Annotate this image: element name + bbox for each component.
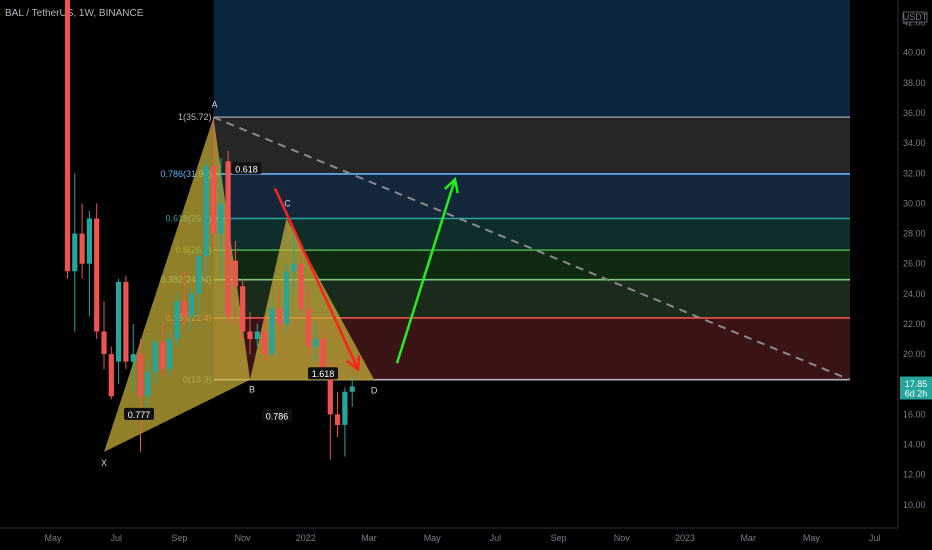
ratio-label: 0.777 <box>128 410 151 420</box>
candle-body <box>79 233 85 264</box>
fib-label-1: 1(35.72) <box>178 112 212 122</box>
candle-body <box>210 165 217 234</box>
time-tick-label: Nov <box>235 533 252 543</box>
fib-zone-above <box>213 0 850 118</box>
candle-body <box>349 386 355 392</box>
candle-body <box>130 354 136 362</box>
candle-body <box>342 391 348 425</box>
price-tick-label: 34.00 <box>903 138 926 148</box>
price-tick-label: 26.00 <box>903 259 926 269</box>
candle-body <box>108 354 114 397</box>
candle-body <box>137 354 144 397</box>
candle-body <box>335 414 341 425</box>
time-tick-label: Jul <box>110 533 122 543</box>
candle-body <box>167 339 173 370</box>
pattern-point-A: A <box>211 100 217 110</box>
fib-zone-1 <box>213 117 850 174</box>
time-tick-label: Jul <box>490 533 502 543</box>
price-tick-label: 30.00 <box>903 198 926 208</box>
price-tick-label: 40.00 <box>903 48 926 58</box>
candle-body <box>203 165 209 257</box>
ratio-label: 0.618 <box>235 164 258 174</box>
price-chart[interactable]: 1(35.72)0.786(31.96)0.618(29.0)0.5(26.9)… <box>0 0 932 550</box>
time-tick-label: Sep <box>551 533 567 543</box>
price-tick-label: 24.00 <box>903 289 926 299</box>
candle-body <box>283 271 290 324</box>
candle-body <box>225 161 231 317</box>
candle-body <box>247 331 253 340</box>
time-tick-label: May <box>44 533 62 543</box>
candle-body <box>86 218 92 264</box>
candle-body <box>291 263 297 272</box>
candle-body <box>94 218 100 332</box>
price-badge-value: 17.85 <box>905 379 928 389</box>
time-tick-label: Mar <box>361 533 377 543</box>
price-badge-countdown: 6d 2h <box>905 389 928 399</box>
time-tick-label: May <box>803 533 821 543</box>
candle-body <box>269 308 275 355</box>
candle-body <box>298 263 304 309</box>
time-axis-bg <box>0 528 898 550</box>
pattern-point-C: C <box>284 198 291 208</box>
candle-body <box>145 372 151 397</box>
price-tick-label: 36.00 <box>903 108 926 118</box>
price-tick-label: 32.00 <box>903 168 926 178</box>
candle-body <box>101 331 107 355</box>
candle-body <box>189 293 195 317</box>
candle-body <box>232 260 238 287</box>
price-tick-label: 28.00 <box>903 229 926 239</box>
candle-body <box>254 331 260 340</box>
candle-body <box>123 281 129 362</box>
candle-body <box>196 256 202 294</box>
candle-body <box>152 342 158 373</box>
pattern-point-X: X <box>101 458 107 468</box>
ratio-label: 0.786 <box>266 411 289 421</box>
candle-body <box>313 339 319 347</box>
time-tick-label: Jul <box>869 533 881 543</box>
candle-body <box>181 301 187 317</box>
price-tick-label: 38.00 <box>903 78 926 88</box>
time-tick-label: May <box>424 533 442 543</box>
time-axis[interactable]: May Jul Sep Nov 2022 Mar May Jul Sep Nov 2023 Mar Ma… <box>0 527 898 550</box>
price-tick-label: 16.00 <box>903 409 926 419</box>
candle-body <box>262 331 268 355</box>
time-tick-label: Mar <box>740 533 756 543</box>
time-tick-label: 2022 <box>296 533 316 543</box>
price-tick-label: 20.00 <box>903 349 926 359</box>
fib-zone-0.618 <box>213 218 850 251</box>
pattern-point-B: B <box>249 385 255 395</box>
candle-body <box>116 281 122 362</box>
candle-body <box>218 203 224 234</box>
price-tick-label: 12.00 <box>903 470 926 480</box>
price-tick-label: 10.00 <box>903 500 926 510</box>
currency-tag-label: USDT <box>903 12 928 22</box>
candle-body <box>72 233 78 272</box>
candle-body <box>174 301 180 340</box>
time-tick-label: Nov <box>614 533 631 543</box>
candle-body <box>159 342 165 370</box>
candle-body <box>305 308 311 347</box>
candle-body <box>240 286 246 332</box>
ratio-label: 1.618 <box>312 369 335 379</box>
pattern-point-D: D <box>371 386 378 396</box>
price-tick-label: 22.00 <box>903 319 926 329</box>
candle-body <box>276 308 282 324</box>
candle-body <box>64 0 71 272</box>
time-tick-label: 2023 <box>675 533 695 543</box>
fib-zone-0.786 <box>213 173 850 219</box>
price-axis[interactable]: 10.0012.0014.0016.0018.0020.0022.0024.00… <box>897 0 932 550</box>
time-tick-label: Sep <box>171 533 187 543</box>
price-tick-label: 14.00 <box>903 440 926 450</box>
